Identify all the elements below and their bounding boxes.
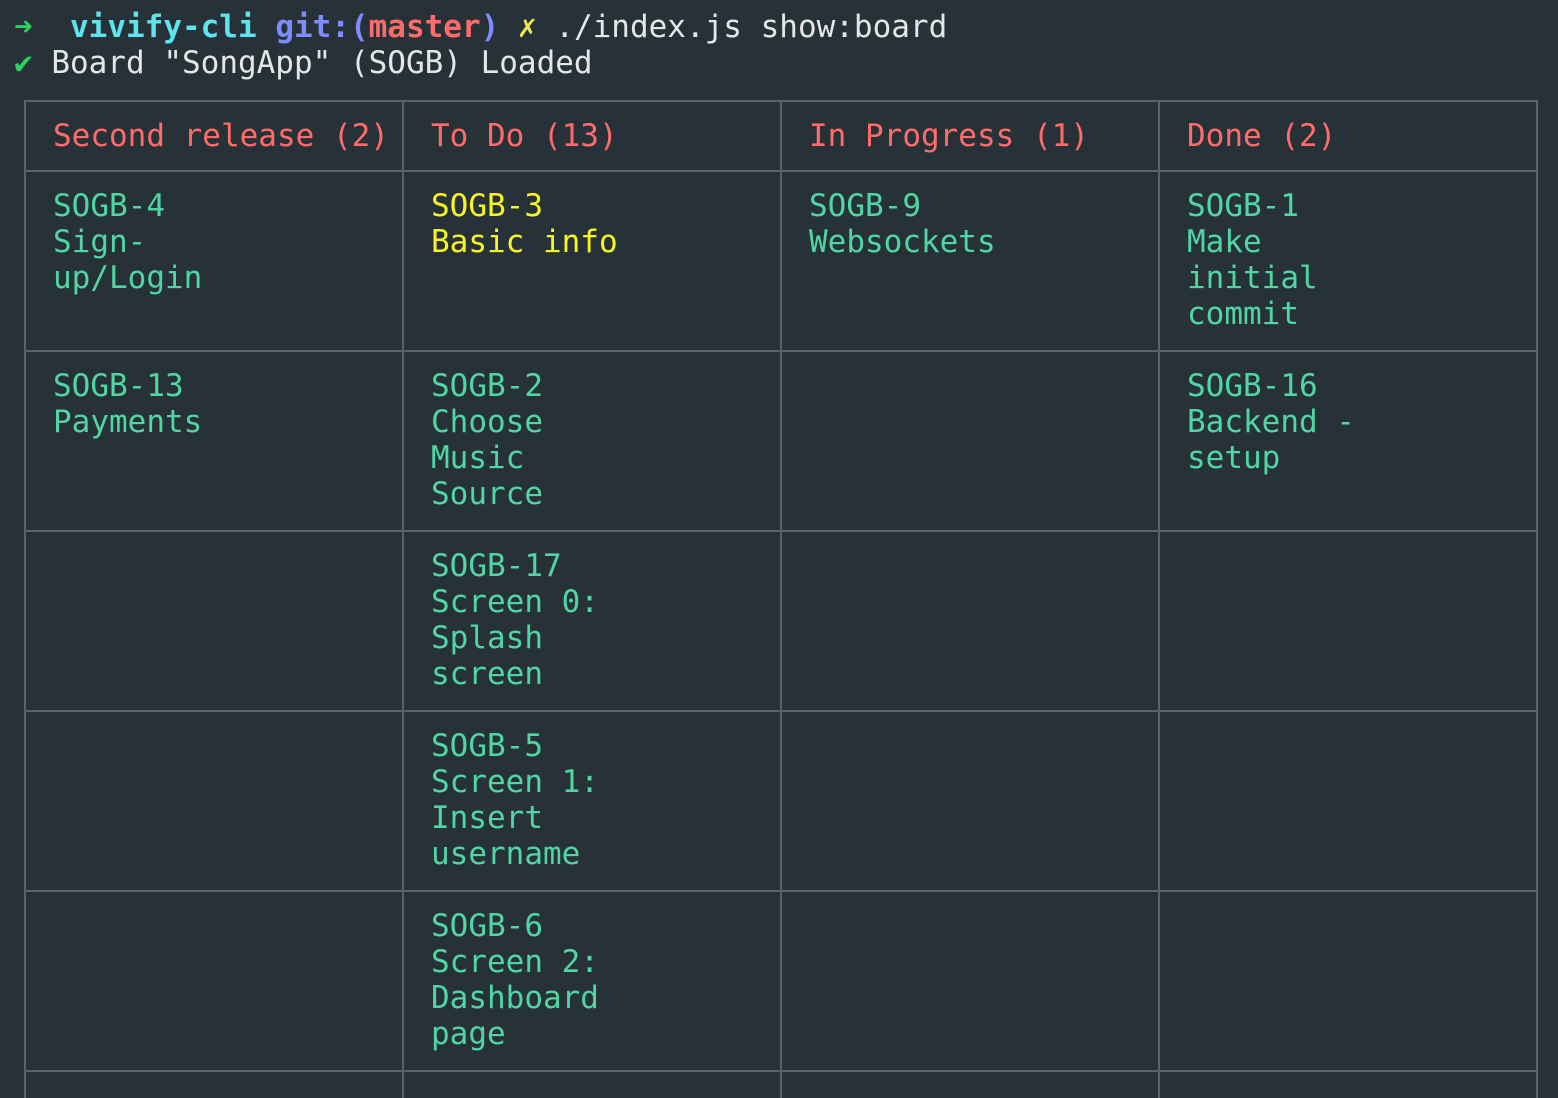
table-row: SOGB-6 Screen 2: Dashboard page [24, 890, 1538, 1072]
card-id: SOGB-3 [431, 188, 543, 224]
card-id: SOGB-4 [53, 188, 165, 224]
card-id: SOGB-6 [431, 908, 543, 944]
board-cell [402, 1070, 782, 1098]
card[interactable]: SOGB-6 Screen 2: Dashboard page [431, 908, 770, 1052]
card-title: Screen 2: Dashboard page [431, 944, 599, 1052]
prompt-git-close: ) [480, 9, 500, 45]
card-title: Payments [53, 404, 203, 440]
board-cell [24, 1070, 404, 1098]
board-cell [780, 350, 1160, 532]
prompt-branch: master [368, 9, 481, 45]
card[interactable]: SOGB-3 Basic info [431, 188, 770, 260]
board-cell: SOGB-5 Screen 1: Insert username [402, 710, 782, 892]
card-title: Choose Music Source [431, 404, 543, 512]
column-header: In Progress (1) [780, 100, 1160, 172]
status-message: Board "SongApp" (SOGB) Loaded [51, 45, 593, 81]
board-cell: SOGB-1 Make initial commit [1158, 170, 1538, 352]
board-cell: SOGB-6 Screen 2: Dashboard page [402, 890, 782, 1072]
column-header: To Do (13) [402, 100, 782, 172]
card[interactable]: SOGB-13 Payments [53, 368, 392, 440]
board-cell [780, 710, 1160, 892]
card-title: Screen 0: Splash screen [431, 584, 599, 692]
board-header-row: Second release (2) To Do (13) In Progres… [24, 100, 1538, 172]
prompt-git-label: git:( [275, 9, 369, 45]
board-cell [24, 890, 404, 1072]
check-icon: ✔ [14, 45, 33, 81]
card[interactable]: SOGB-5 Screen 1: Insert username [431, 728, 770, 872]
card-title: Backend - setup [1187, 404, 1355, 476]
card-title: Basic info [431, 224, 618, 260]
board-table: Second release (2) To Do (13) In Progres… [24, 100, 1538, 1098]
dirty-marker-icon: ✗ [517, 9, 537, 45]
board-cell [24, 710, 404, 892]
board-cell: SOGB-16 Backend - setup [1158, 350, 1538, 532]
card-id: SOGB-5 [431, 728, 543, 764]
card[interactable]: SOGB-4 Sign-up/Login [53, 188, 392, 296]
card-id: SOGB-1 [1187, 188, 1299, 224]
card[interactable]: SOGB-2 Choose Music Source [431, 368, 770, 512]
shell-prompt: ➜ vivify-cli git:(master) ✗ ./index.js s… [14, 9, 947, 45]
board-cell: SOGB-13 Payments [24, 350, 404, 532]
card-id: SOGB-9 [809, 188, 921, 224]
card[interactable]: SOGB-17 Screen 0: Splash screen [431, 548, 770, 692]
column-header: Second release (2) [24, 100, 404, 172]
card-id: SOGB-17 [431, 548, 562, 584]
prompt-arrow-icon: ➜ [14, 9, 33, 45]
table-row: SOGB-13 Payments SOGB-2 Choose Music Source… [24, 350, 1538, 532]
card[interactable]: SOGB-16 Backend - setup [1187, 368, 1526, 476]
card-id: SOGB-16 [1187, 368, 1318, 404]
table-row: SOGB-4 Sign-up/Login SOGB-3 Basic info SOGB-… [24, 170, 1538, 352]
prompt-directory: vivify-cli [70, 9, 257, 45]
board-cell [1158, 530, 1538, 712]
table-row: SOGB-17 Screen 0: Splash screen [24, 530, 1538, 712]
board-cell: SOGB-17 Screen 0: Splash screen [402, 530, 782, 712]
prompt-command[interactable]: ./index.js show:board [555, 9, 947, 45]
terminal-window: ➜ vivify-cli git:(master) ✗ ./index.js s… [0, 0, 1558, 1098]
table-row [24, 1070, 1538, 1098]
board-cell: SOGB-9 Websockets [780, 170, 1160, 352]
board-cell [780, 530, 1160, 712]
board-cell [1158, 1070, 1538, 1098]
column-header: Done (2) [1158, 100, 1538, 172]
board-cell [1158, 710, 1538, 892]
card[interactable]: SOGB-9 Websockets [809, 188, 1148, 260]
board-cell: SOGB-2 Choose Music Source [402, 350, 782, 532]
board-cell: SOGB-4 Sign-up/Login [24, 170, 404, 352]
board-body: SOGB-4 Sign-up/Login SOGB-3 Basic info SOGB-… [24, 170, 1538, 1098]
card[interactable]: SOGB-1 Make initial commit [1187, 188, 1526, 332]
card-title: Make initial commit [1187, 224, 1318, 332]
card-id: SOGB-2 [431, 368, 543, 404]
card-title: Websockets [809, 224, 996, 260]
status-line: ✔ Board "SongApp" (SOGB) Loaded [14, 45, 593, 81]
card-title: Screen 1: Insert username [431, 764, 599, 872]
board-cell [780, 890, 1160, 1072]
card-title: Sign-up/Login [53, 224, 203, 296]
table-row: SOGB-5 Screen 1: Insert username [24, 710, 1538, 892]
card-id: SOGB-13 [53, 368, 184, 404]
board-cell [1158, 890, 1538, 1072]
board-cell [780, 1070, 1160, 1098]
board-cell: SOGB-3 Basic info [402, 170, 782, 352]
board-cell [24, 530, 404, 712]
